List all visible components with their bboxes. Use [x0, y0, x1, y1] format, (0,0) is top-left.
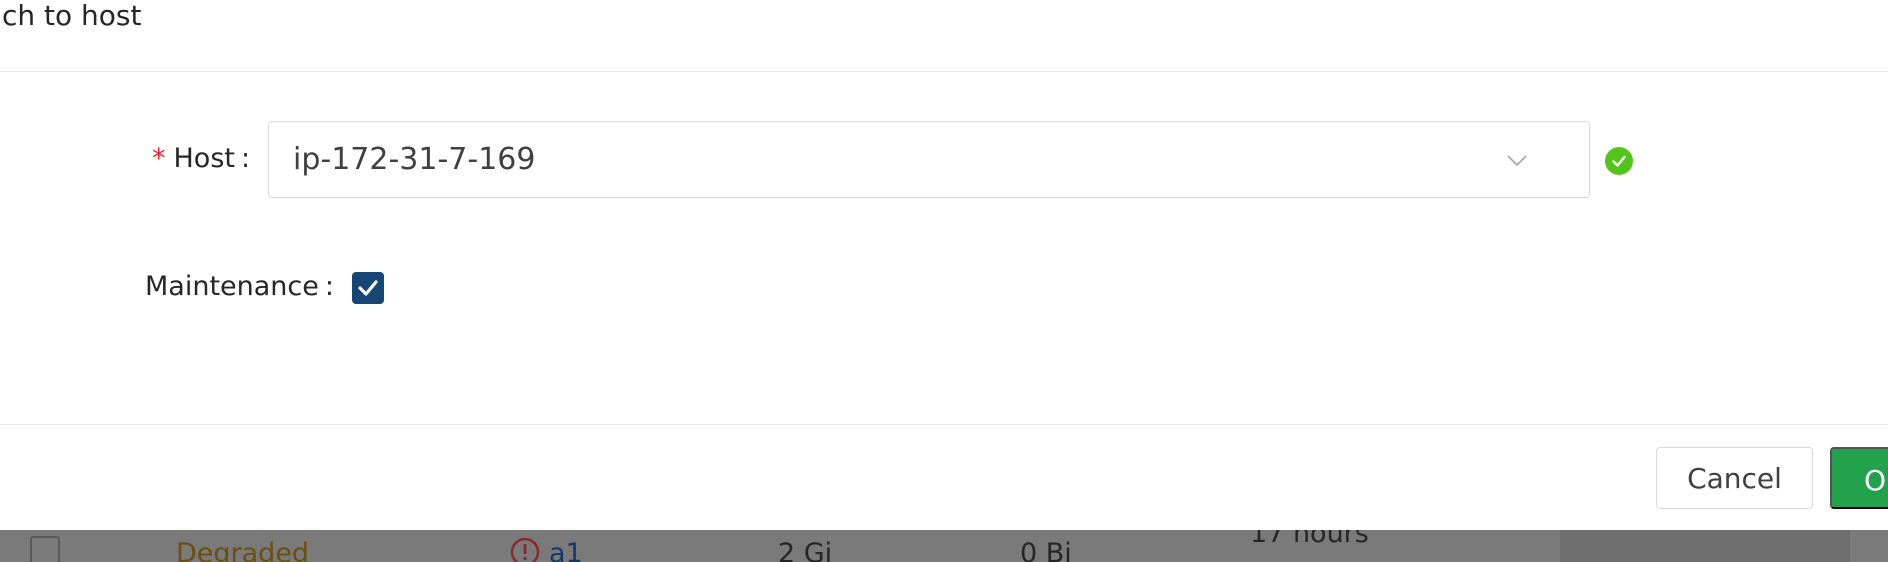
maintenance-checkbox[interactable] [352, 272, 384, 304]
table-cell-used: 0 Bi [1020, 538, 1072, 562]
dialog-title: ch to host [2, 0, 142, 32]
host-select[interactable]: ip-172-31-7-169 [268, 121, 1590, 198]
host-select-value: ip-172-31-7-169 [293, 142, 536, 177]
attach-to-host-dialog: ch to host * Host: ip-172-31-7-169 Mainte… [0, 0, 1888, 530]
chevron-down-icon[interactable] [1505, 148, 1529, 172]
required-mark: * [152, 143, 166, 174]
modal-backdrop[interactable]: Degraded a1 2 Gi 0 Bi 17 hours [0, 530, 1888, 562]
backdrop-panel [1560, 530, 1850, 562]
checkmark-icon [358, 280, 378, 296]
host-label: * Host: [152, 140, 250, 178]
cancel-button[interactable]: Cancel [1656, 447, 1813, 509]
table-cell-age: 17 hours [1250, 530, 1369, 549]
alert-circle-icon [510, 537, 540, 562]
table-cell-status: Degraded [176, 538, 310, 562]
dialog-header: ch to host [0, 0, 1888, 72]
maintenance-label: Maintenance: [145, 268, 334, 306]
ok-button[interactable]: O [1830, 447, 1888, 509]
page: Degraded a1 2 Gi 0 Bi 17 hours ch to hos… [0, 0, 1888, 562]
check-circle-icon [1605, 147, 1633, 175]
host-label-colon: : [240, 143, 251, 174]
host-label-text: Host [173, 143, 235, 174]
maintenance-label-colon: : [324, 271, 334, 302]
table-cell-name-link: a1 [549, 538, 583, 562]
dialog-footer: Cancel O [0, 424, 1888, 531]
maintenance-label-text: Maintenance [145, 271, 319, 302]
table-cell-size: 2 Gi [778, 538, 833, 562]
table-row-checkbox [30, 536, 60, 562]
